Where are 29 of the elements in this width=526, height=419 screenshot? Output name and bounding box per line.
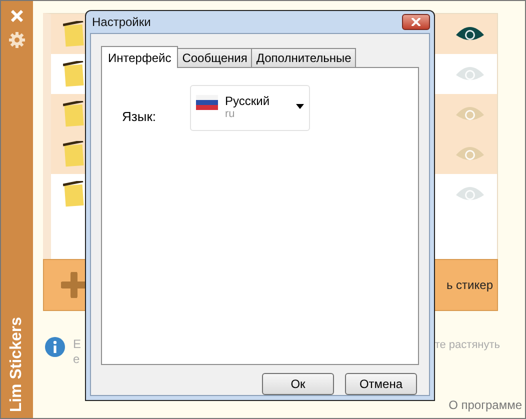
language-dropdown[interactable]: Русский ru: [190, 85, 310, 131]
close-button[interactable]: [402, 14, 430, 30]
note-icon: [63, 101, 85, 127]
tab[interactable]: Сообщения: [177, 48, 252, 67]
hint-text: е: [73, 352, 81, 367]
close-icon: [411, 18, 421, 26]
dialog-button[interactable]: Ок: [262, 373, 334, 395]
note-icon: [63, 181, 85, 207]
note-icon: [63, 61, 85, 87]
dialog-button[interactable]: Отмена: [345, 373, 417, 395]
caret-icon: [296, 104, 304, 109]
language-name: Русский: [225, 95, 270, 108]
hint-text: Е: [73, 337, 82, 352]
close-icon[interactable]: [11, 10, 23, 22]
about-link[interactable]: О программе: [448, 398, 522, 412]
note-icon: [63, 141, 85, 167]
hint-text: те растянуть: [434, 339, 500, 351]
tab[interactable]: Интерфейс: [101, 46, 178, 68]
flag-icon: [196, 95, 218, 110]
note-icon: [63, 21, 85, 47]
settings-icon[interactable]: [9, 32, 25, 48]
window-title: Настройки: [92, 15, 151, 29]
info-icon: [45, 337, 65, 357]
app-title: Lim Stickers: [8, 316, 26, 412]
eye-icon[interactable]: [455, 25, 485, 43]
plus-icon: [61, 272, 87, 298]
tab[interactable]: Дополнительные: [251, 48, 356, 67]
language-code: ru: [225, 108, 236, 121]
field-label: Язык:: [122, 109, 156, 124]
